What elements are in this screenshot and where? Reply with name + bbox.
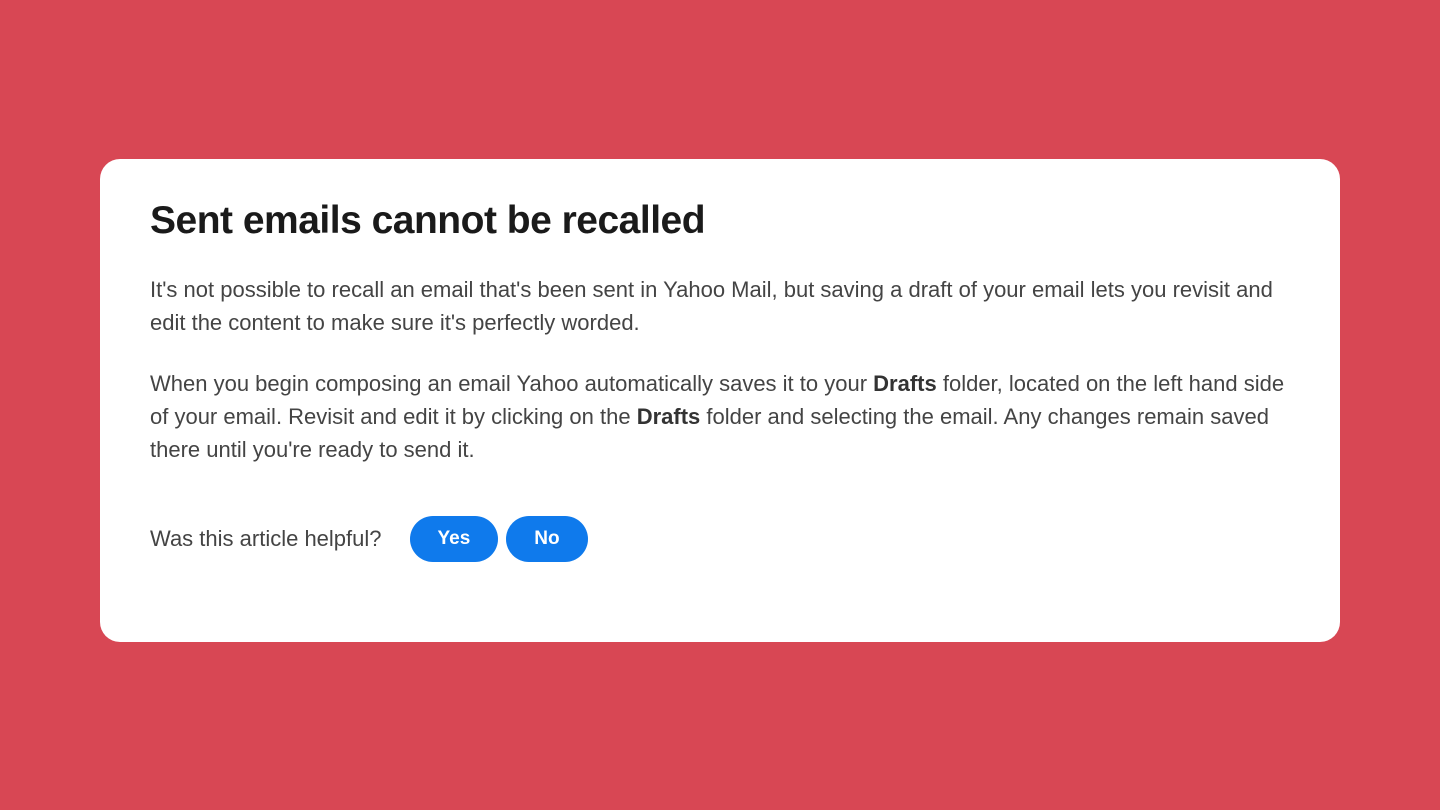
feedback-prompt: Was this article helpful? (150, 526, 382, 552)
article-paragraph-1: It's not possible to recall an email tha… (150, 273, 1290, 339)
drafts-bold-1: Drafts (873, 371, 937, 396)
yes-button[interactable]: Yes (410, 516, 499, 562)
article-card: Sent emails cannot be recalled It's not … (100, 159, 1340, 642)
paragraph-text: When you begin composing an email Yahoo … (150, 371, 873, 396)
drafts-bold-2: Drafts (637, 404, 701, 429)
feedback-section: Was this article helpful? Yes No (150, 516, 1290, 562)
article-title: Sent emails cannot be recalled (150, 199, 1290, 243)
no-button[interactable]: No (506, 516, 587, 562)
article-paragraph-2: When you begin composing an email Yahoo … (150, 367, 1290, 466)
feedback-buttons: Yes No (410, 516, 588, 562)
